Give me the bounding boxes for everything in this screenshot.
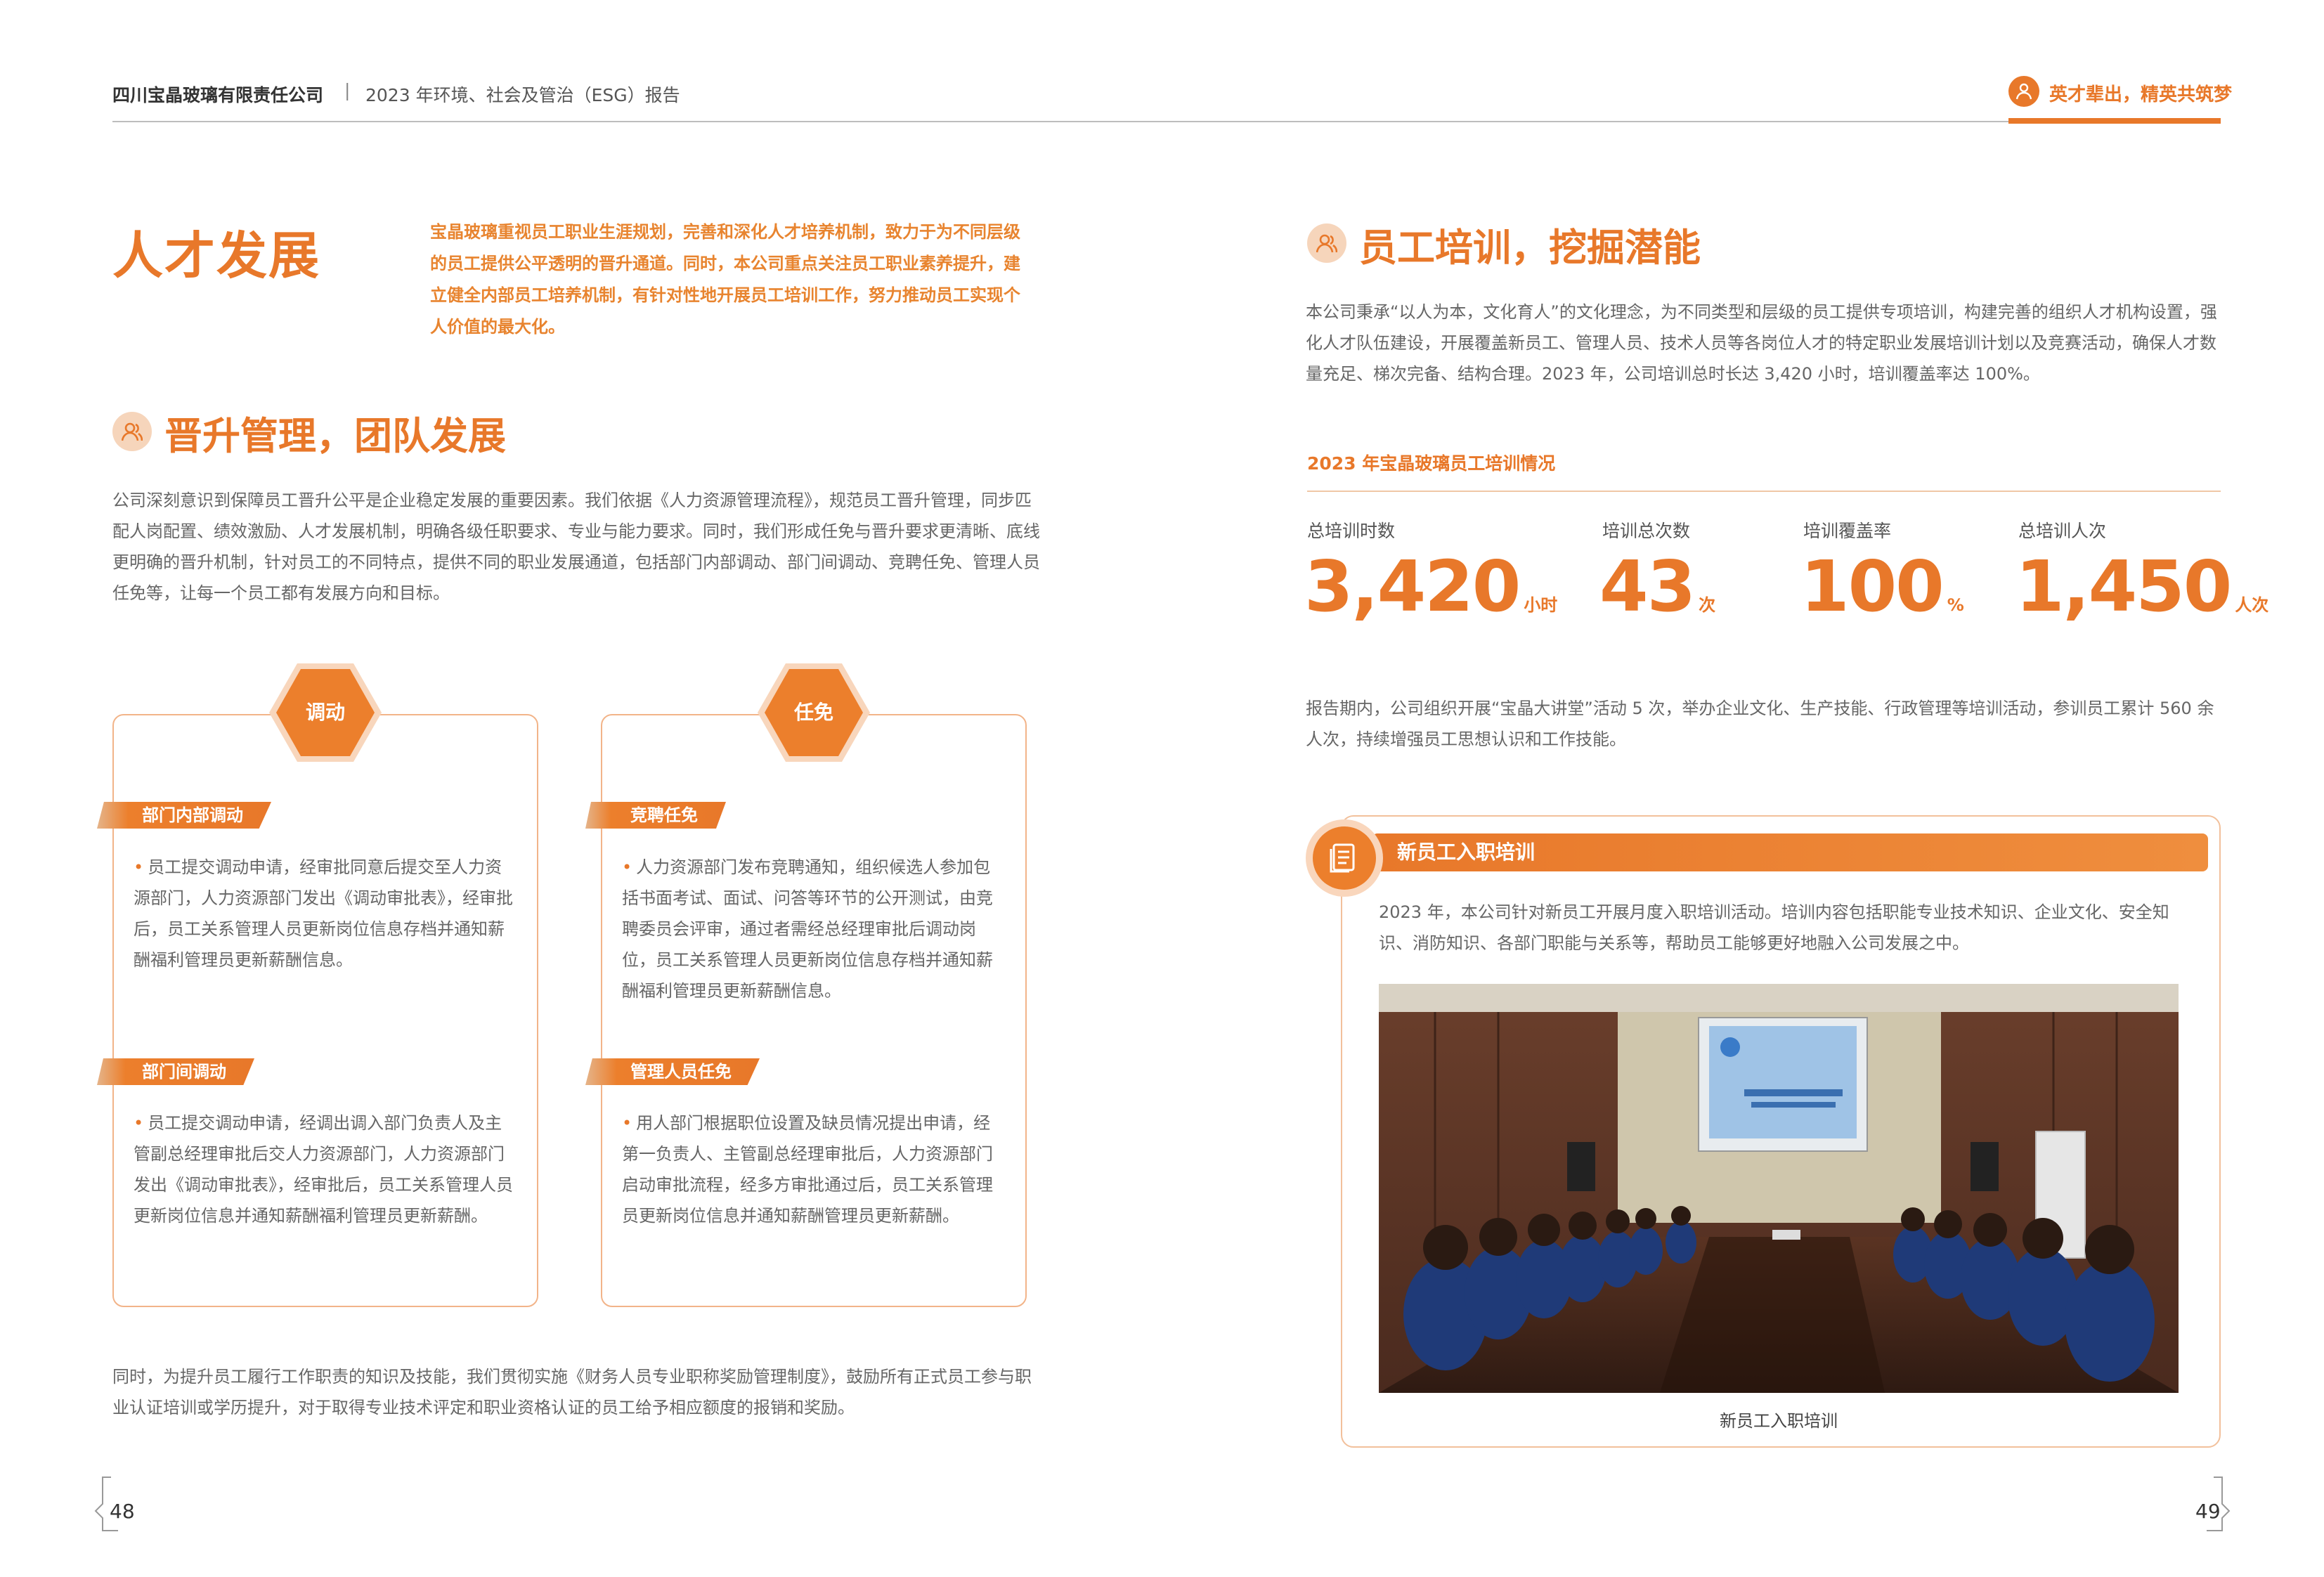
stats-title: 2023 年宝晶玻璃员工培训情况 [1307, 453, 1556, 474]
section-body-training: 本公司秉承“以人为本，文化育人”的文化理念，为不同类型和层级的员工提供专项培训，… [1306, 302, 2217, 384]
stat-label: 总培训时数 [1307, 521, 1396, 541]
stat-value-attendance: 1,450 人次 [2015, 545, 2268, 628]
list-item-text: 人力资源部门发布竞聘通知，组织候选人参加包括书面考试、面试、问答等环节的公开测试… [622, 857, 993, 1001]
report-title: 2023 年环境、社会及管治（ESG）报告 [365, 85, 680, 105]
stat-value-hours: 3,420 小时 [1304, 545, 1557, 628]
document-icon [1313, 826, 1376, 890]
list-item: • 用人部门根据职位设置及缺员情况提出申请，经第一负责人、主管副总经理审批后，人力… [622, 1113, 993, 1226]
hex-label: 任免 [793, 701, 833, 724]
stat-number: 100 [1800, 545, 1945, 628]
closing-paragraph: 同时，为提升员工履行工作职责的知识及技能，我们贯彻实施《财务人员专业职称奖励管理… [112, 1367, 1032, 1417]
stat-number: 43 [1599, 545, 1696, 628]
training-body: 2023 年，本公司针对新员工开展月度入职培训活动。培训内容包括职能专业技术知识… [1379, 902, 2169, 953]
stat-unit: 人次 [2235, 595, 2269, 615]
chapter-title: 人才发展 [112, 226, 321, 285]
list-item: • 员工提交调动申请，经调出调入部门负责人及主管副总经理审批后交人力资源部门，人力… [134, 1113, 513, 1226]
slogan-underline [2008, 118, 2221, 124]
photo-caption: 新员工入职培训 [1720, 1411, 1838, 1431]
page-number-left: 48 [110, 1500, 135, 1523]
stat-label: 培训覆盖率 [1803, 521, 1892, 541]
stat-unit: % [1947, 595, 1964, 615]
people-icon [2008, 76, 2039, 107]
stats-rule [1307, 491, 2221, 492]
list-item: • 人力资源部门发布竞聘通知，组织候选人参加包括书面考试、面试、问答等环节的公开测… [622, 857, 993, 1001]
stat-value-sessions: 43 次 [1599, 545, 1715, 628]
training-icon-ring [1306, 819, 1383, 897]
stat-label: 培训总次数 [1602, 521, 1691, 541]
stat-label: 总培训人次 [2018, 521, 2107, 541]
header-separator: | [344, 80, 351, 100]
stat-unit: 次 [1699, 595, 1716, 615]
section-title-promotion: 晋升管理，团队发展 [164, 414, 506, 458]
list-item-text: 用人部门根据职位设置及缺员情况提出申请，经第一负责人、主管副总经理审批后，人力资… [622, 1113, 993, 1226]
section-title-training: 员工培训，挖掘潜能 [1359, 226, 1701, 270]
stat-value-coverage: 100% [1800, 545, 1964, 628]
chapter-intro: 宝晶玻璃重视员工职业生涯规划，完善和深化人才培养机制，致力于为不同层级的员工提供… [430, 222, 1020, 337]
company-name: 四川宝晶玻璃有限责任公司 [112, 85, 324, 105]
stat-number: 3,420 [1304, 545, 1521, 628]
activity-paragraph: 报告期内，公司组织开展“宝晶大讲堂”活动 5 次，举办企业文化、生产技能、行政管… [1306, 699, 2214, 749]
tag-internal-transfer: 部门内部调动 [97, 802, 271, 829]
tag-manager-appointment: 管理人员任免 [585, 1058, 760, 1085]
tag-cross-dept-transfer: 部门间调动 [97, 1058, 254, 1085]
list-item-text: 员工提交调动申请，经调出调入部门负责人及主管副总经理审批后交人力资源部门，人力资… [134, 1113, 513, 1226]
people-icon [112, 412, 152, 451]
section-body-promotion: 公司深刻意识到保障员工晋升公平是企业稳定发展的重要因素。我们依据《人力资源管理流… [112, 491, 1040, 603]
list-item-text: 员工提交调动申请，经审批同意后提交至人力资源部门，人力资源部门发出《调动审批表》… [134, 857, 513, 970]
list-item: • 员工提交调动申请，经审批同意后提交至人力资源部门，人力资源部门发出《调动审批表… [134, 857, 513, 970]
page-number-right: 49 [2195, 1500, 2221, 1523]
stat-number: 1,450 [2015, 545, 2232, 628]
section-slogan: 英才辈出，精英共筑梦 [2049, 84, 2233, 105]
training-title: 新员工入职培训 [1397, 841, 1536, 864]
stat-unit: 小时 [1524, 595, 1558, 615]
hex-label: 调动 [305, 701, 345, 724]
header-rule [112, 121, 2221, 122]
training-room-photo [1379, 984, 2179, 1393]
training-title-bar: 新员工入职培训 [1372, 833, 2208, 871]
people-icon [1307, 223, 1346, 263]
tag-competitive-appointment: 竞聘任免 [585, 802, 726, 829]
